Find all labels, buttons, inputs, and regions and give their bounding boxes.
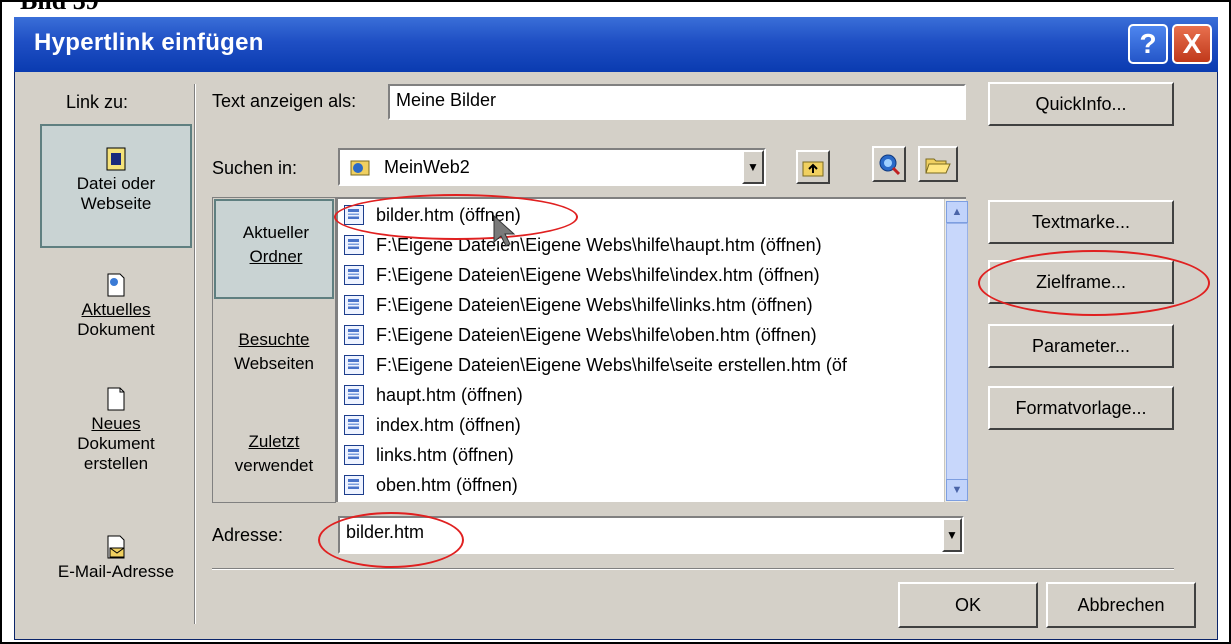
highlight-ellipse	[978, 250, 1210, 316]
html-file-icon	[344, 415, 364, 435]
list-item[interactable]: haupt.htm (öffnen)	[344, 381, 523, 409]
file-name: F:\Eigene Dateien\Eigene Webs\hilfe\seit…	[376, 354, 847, 375]
file-name: F:\Eigene Dateien\Eigene Webs\hilfe\oben…	[376, 324, 817, 345]
look-in-dropdown[interactable]: MeinWeb2	[338, 148, 766, 186]
sidebar-label: Neues	[91, 414, 141, 433]
tab-label: Webseiten	[233, 354, 314, 373]
sidebar-label: erstellen	[83, 454, 149, 473]
bookmark-button[interactable]: Textmarke...	[988, 200, 1174, 244]
sidebar-divider	[194, 84, 196, 624]
tab-label: verwendet	[234, 456, 314, 475]
sidebar-item-new-document[interactable]: Neues Dokument erstellen	[40, 386, 192, 474]
display-text-label: Text anzeigen als:	[212, 91, 357, 111]
list-item[interactable]: index.htm (öffnen)	[344, 411, 521, 439]
address-dropdown-arrow[interactable]: ▼	[942, 518, 962, 552]
file-name: oben.htm (öffnen)	[376, 474, 518, 495]
file-webpage-icon	[105, 146, 127, 172]
html-file-icon	[344, 265, 364, 285]
file-name: F:\Eigene Dateien\Eigene Webs\hilfe\inde…	[376, 264, 820, 285]
file-name: links.htm (öffnen)	[376, 444, 514, 465]
open-folder-icon	[925, 158, 951, 174]
current-document-icon	[105, 272, 127, 298]
web-folder-icon	[350, 160, 370, 176]
look-in-dropdown-arrow[interactable]: ▼	[742, 150, 764, 184]
new-document-icon	[105, 386, 127, 412]
dialog-title: Hypertlink einfügen	[34, 29, 264, 56]
file-name: haupt.htm (öffnen)	[376, 384, 523, 405]
browse-file-button[interactable]	[918, 146, 958, 182]
list-item[interactable]: F:\Eigene Dateien\Eigene Webs\hilfe\oben…	[344, 321, 817, 349]
up-folder-icon	[802, 161, 824, 177]
figure-caption: Bild 39	[20, 0, 99, 15]
email-icon	[105, 534, 127, 560]
html-file-icon	[344, 385, 364, 405]
list-item[interactable]: F:\Eigene Dateien\Eigene Webs\hilfe\inde…	[344, 261, 820, 289]
up-folder-button[interactable]	[796, 150, 830, 184]
html-file-icon	[344, 355, 364, 375]
look-in-value: MeinWeb2	[384, 156, 470, 177]
ok-button[interactable]: OK	[898, 582, 1038, 628]
list-item[interactable]: oben.htm (öffnen)	[344, 471, 518, 499]
file-list[interactable]: bilder.htm (öffnen) F:\Eigene Dateien\Ei…	[336, 197, 966, 502]
tab-current-folder[interactable]: Aktueller Ordner	[214, 199, 334, 299]
scroll-up-arrow[interactable]: ▲	[946, 201, 968, 223]
html-file-icon	[344, 295, 364, 315]
browse-web-icon	[879, 154, 901, 176]
sidebar-label: Dokument	[77, 320, 155, 339]
sidebar-item-email-address[interactable]: E-Mail-Adresse	[40, 534, 192, 582]
file-list-scrollbar[interactable]: ▲ ▼	[944, 199, 968, 502]
help-button[interactable]: ?	[1128, 24, 1168, 64]
tab-label: Zuletzt	[248, 432, 300, 451]
scroll-thumb[interactable]	[946, 223, 968, 487]
tab-recently-used[interactable]: Zuletzt verwendet	[214, 430, 334, 490]
html-file-icon	[344, 445, 364, 465]
file-name: index.htm (öffnen)	[376, 414, 521, 435]
address-label: Adresse:	[212, 525, 284, 545]
scroll-down-arrow[interactable]: ▼	[946, 479, 968, 501]
sidebar-label: Dokument	[77, 434, 155, 453]
html-file-icon	[344, 235, 364, 255]
browse-web-button[interactable]	[872, 146, 906, 182]
sidebar-label: Webseite	[80, 194, 152, 213]
look-in-label: Suchen in:	[212, 158, 298, 178]
list-item[interactable]: F:\Eigene Dateien\Eigene Webs\hilfe\seit…	[344, 351, 847, 379]
display-text-input[interactable]: Meine Bilder	[388, 84, 966, 120]
style-button[interactable]: Formatvorlage...	[988, 386, 1174, 430]
sidebar-label: E-Mail-Adresse	[57, 562, 175, 581]
list-item[interactable]: F:\Eigene Dateien\Eigene Webs\hilfe\link…	[344, 291, 813, 319]
parameter-button[interactable]: Parameter...	[988, 324, 1174, 368]
file-name: F:\Eigene Dateien\Eigene Webs\hilfe\link…	[376, 294, 813, 315]
html-file-icon	[344, 475, 364, 495]
highlight-ellipse	[334, 194, 578, 240]
highlight-ellipse	[318, 512, 464, 568]
cancel-button[interactable]: Abbrechen	[1046, 582, 1196, 628]
close-button[interactable]: X	[1172, 24, 1212, 64]
sidebar-item-current-document[interactable]: Aktuelles Dokument	[40, 272, 192, 340]
sidebar-label: Aktuelles	[81, 300, 151, 319]
tab-visited-webpages[interactable]: Besuchte Webseiten	[214, 328, 334, 388]
list-item[interactable]: links.htm (öffnen)	[344, 441, 514, 469]
html-file-icon	[344, 325, 364, 345]
footer-separator	[212, 568, 1174, 570]
tab-label: Ordner	[249, 247, 303, 266]
sidebar-label: Datei oder	[76, 174, 156, 193]
mouse-cursor-icon	[492, 214, 516, 248]
sidebar-item-file-or-webpage[interactable]: Datei oder Webseite	[40, 146, 192, 214]
tab-label: Besuchte	[238, 330, 310, 349]
quickinfo-button[interactable]: QuickInfo...	[988, 82, 1174, 126]
link-to-label: Link zu:	[66, 92, 129, 112]
tab-label: Aktueller	[242, 223, 310, 242]
